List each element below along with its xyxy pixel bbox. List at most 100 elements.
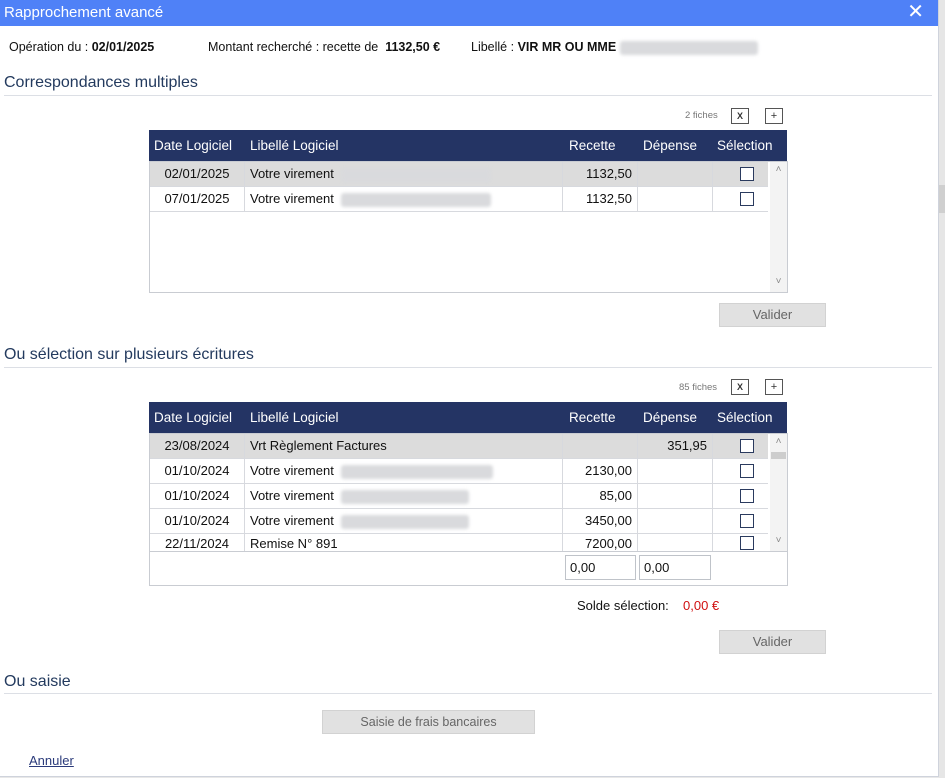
montant-label: Montant recherché : recette de xyxy=(208,40,379,54)
scroll-up-icon[interactable]: ˄ xyxy=(770,164,787,175)
table-row[interactable]: 02/01/2025 Votre virement 1132,50 xyxy=(150,162,768,187)
redacted-text xyxy=(619,40,758,55)
cell-libelle: Votre virement xyxy=(245,459,563,483)
cell-libelle: Votre virement xyxy=(245,187,563,211)
libelle-text: Votre virement xyxy=(250,166,334,181)
table-row[interactable]: 07/01/2025 Votre virement 1132,50 xyxy=(150,187,768,212)
scrollbar[interactable]: ˄ ˅ xyxy=(770,434,787,551)
select-checkbox[interactable] xyxy=(740,536,754,550)
section-title-saisie: Ou saisie xyxy=(4,673,71,690)
divider xyxy=(4,367,932,368)
col-date[interactable]: Date Logiciel xyxy=(154,138,232,153)
operation-info: Opération du : 02/01/2025 xyxy=(9,40,154,54)
libelle-info: Libellé : VIR MR OU MME xyxy=(471,40,758,55)
add-icon[interactable]: + xyxy=(765,108,783,124)
montant-value: 1132,50 € xyxy=(385,40,441,54)
cell-recette: 7200,00 xyxy=(564,534,638,551)
cell-recette: 2130,00 xyxy=(564,459,638,483)
correspondances-table: 02/01/2025 Votre virement 1132,50 07/01/… xyxy=(149,161,788,293)
scroll-down-icon[interactable]: ˅ xyxy=(770,535,787,546)
cell-date: 01/10/2024 xyxy=(150,509,245,533)
table-row[interactable]: 22/11/2024 Remise N° 891 7200,00 xyxy=(150,534,768,552)
table-row[interactable]: 01/10/2024 Votre virement 85,00 xyxy=(150,484,768,509)
ecritures-table: 23/08/2024 Vrt Règlement Factures 351,95… xyxy=(149,433,788,586)
title-bar: Rapprochement avancé ✕ xyxy=(0,0,938,26)
cell-libelle: Remise N° 891 xyxy=(245,534,563,551)
total-recette: 0,00 xyxy=(565,555,636,580)
cell-libelle: Votre virement xyxy=(245,484,563,508)
background-edge xyxy=(939,0,945,778)
cell-depense: 351,95 xyxy=(639,434,713,458)
col-selection[interactable]: Sélection xyxy=(717,138,773,153)
table-row[interactable]: 23/08/2024 Vrt Règlement Factures 351,95 xyxy=(150,434,768,459)
cell-date: 07/01/2025 xyxy=(150,187,245,211)
scrollbar[interactable]: ˄ ˅ xyxy=(770,162,787,292)
window-title: Rapprochement avancé xyxy=(4,4,164,21)
cell-date: 01/10/2024 xyxy=(150,484,245,508)
dialog-window: Rapprochement avancé ✕ Opération du : 02… xyxy=(0,0,939,777)
fiches-count: 2 fiches xyxy=(685,110,718,121)
libelle-text: Votre virement xyxy=(250,513,334,528)
cell-selection xyxy=(714,187,768,211)
close-icon[interactable]: ✕ xyxy=(907,1,924,23)
cell-recette: 85,00 xyxy=(564,484,638,508)
select-checkbox[interactable] xyxy=(740,192,754,206)
col-recette[interactable]: Recette xyxy=(569,410,616,425)
table-row[interactable]: 01/10/2024 Votre virement 2130,00 xyxy=(150,459,768,484)
cell-depense xyxy=(639,459,713,483)
cell-selection xyxy=(714,534,768,551)
saisie-frais-bancaires-button[interactable]: Saisie de frais bancaires xyxy=(322,710,535,734)
cell-recette: 3450,00 xyxy=(564,509,638,533)
cell-recette xyxy=(564,434,638,458)
col-date[interactable]: Date Logiciel xyxy=(154,410,232,425)
libelle-value: VIR MR OU MME xyxy=(517,40,617,54)
col-selection[interactable]: Sélection xyxy=(717,410,773,425)
scroll-thumb[interactable] xyxy=(771,452,786,459)
scroll-down-icon[interactable]: ˅ xyxy=(770,276,787,287)
select-checkbox[interactable] xyxy=(740,439,754,453)
col-libelle[interactable]: Libellé Logiciel xyxy=(250,138,339,153)
table-header: Date Logiciel Libellé Logiciel Recette D… xyxy=(149,130,787,161)
background-scroll-segment xyxy=(939,185,945,213)
montant-info: Montant recherché : recette de 1132,50 € xyxy=(208,40,440,54)
section-title-correspondances: Correspondances multiples xyxy=(4,74,198,91)
excel-export-icon[interactable]: X xyxy=(731,379,749,395)
cell-selection xyxy=(714,434,768,458)
redacted-text xyxy=(341,489,470,504)
col-depense[interactable]: Dépense xyxy=(643,410,697,425)
cell-selection xyxy=(714,459,768,483)
redacted-text xyxy=(341,464,494,479)
select-checkbox[interactable] xyxy=(740,167,754,181)
cell-depense xyxy=(639,187,713,211)
valider-button-1[interactable]: Valider xyxy=(719,303,826,327)
annuler-link[interactable]: Annuler xyxy=(29,753,74,768)
cell-selection xyxy=(714,484,768,508)
cell-depense xyxy=(639,484,713,508)
total-depense: 0,00 xyxy=(639,555,711,580)
table-row[interactable]: 01/10/2024 Votre virement 3450,00 xyxy=(150,509,768,534)
operation-label: Opération du : xyxy=(9,40,89,54)
redacted-text xyxy=(341,514,470,529)
select-checkbox[interactable] xyxy=(740,514,754,528)
libelle-text: Votre virement xyxy=(250,463,334,478)
col-recette[interactable]: Recette xyxy=(569,138,616,153)
cell-depense xyxy=(639,509,713,533)
cell-date: 02/01/2025 xyxy=(150,162,245,186)
valider-button-2[interactable]: Valider xyxy=(719,630,826,654)
cell-recette: 1132,50 xyxy=(564,187,638,211)
solde-label: Solde sélection: xyxy=(577,598,669,613)
cell-recette: 1132,50 xyxy=(564,162,638,186)
add-icon[interactable]: + xyxy=(765,379,783,395)
divider xyxy=(4,95,932,96)
libelle-text: Votre virement xyxy=(250,488,334,503)
scroll-up-icon[interactable]: ˄ xyxy=(770,436,787,447)
libelle-text: Votre virement xyxy=(250,191,334,206)
col-depense[interactable]: Dépense xyxy=(643,138,697,153)
fiches-count: 85 fiches xyxy=(679,382,718,393)
col-libelle[interactable]: Libellé Logiciel xyxy=(250,410,339,425)
select-checkbox[interactable] xyxy=(740,489,754,503)
excel-export-icon[interactable]: X xyxy=(731,108,749,124)
select-checkbox[interactable] xyxy=(740,464,754,478)
cell-depense xyxy=(639,534,713,551)
redacted-text xyxy=(341,192,492,207)
